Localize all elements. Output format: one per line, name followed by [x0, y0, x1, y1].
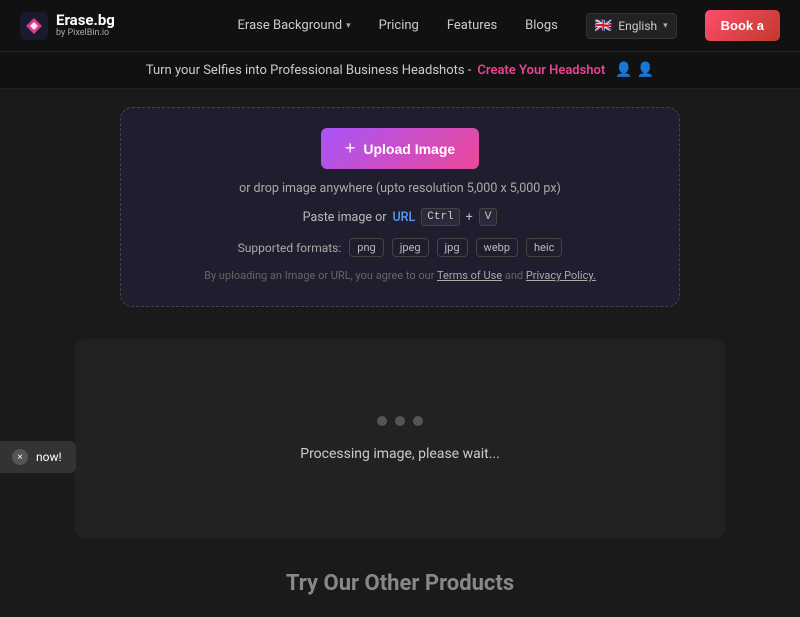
paste-row: Paste image or URL Ctrl + V [303, 208, 498, 226]
person-icon-1: 👤 [615, 62, 632, 78]
logo[interactable]: Erase.bg by PixelBin.io [20, 12, 115, 40]
upload-box: + Upload Image or drop image anywhere (u… [120, 107, 680, 307]
kbd-ctrl: Ctrl [421, 208, 459, 226]
kbd-v: V [479, 208, 498, 226]
promo-icons: 👤 👤 [615, 62, 654, 78]
logo-icon [20, 12, 48, 40]
flag-icon: 🇬🇧 [595, 18, 612, 34]
format-jpg: jpg [437, 238, 468, 257]
promo-text: Turn your Selfies into Professional Busi… [146, 63, 472, 78]
paste-prefix: Paste image or [303, 210, 387, 225]
privacy-link[interactable]: Privacy Policy. [526, 269, 596, 282]
format-heic: heic [526, 238, 562, 257]
upload-section: + Upload Image or drop image anywhere (u… [0, 89, 800, 327]
formats-label: Supported formats: [238, 241, 342, 255]
upload-btn-label: Upload Image [363, 141, 455, 157]
drop-text: or drop image anywhere (upto resolution … [239, 181, 561, 196]
nav-pricing-label: Pricing [379, 18, 419, 33]
toast: × now! [0, 441, 76, 473]
language-selector[interactable]: 🇬🇧 English ▾ [586, 13, 677, 39]
terms-prefix: By uploading an Image or URL, you agree … [204, 269, 434, 282]
url-label: URL [392, 210, 415, 225]
lang-chevron-icon: ▾ [663, 21, 668, 31]
navbar: Erase.bg by PixelBin.io Erase Background… [0, 0, 800, 52]
dot-1 [377, 416, 387, 426]
nav-links: Erase Background ▾ Pricing Features Blog… [238, 10, 780, 41]
dot-3 [413, 416, 423, 426]
logo-text: Erase.bg by PixelBin.io [56, 12, 115, 38]
promo-banner: Turn your Selfies into Professional Busi… [0, 52, 800, 89]
plus-icon: + [345, 138, 356, 159]
bottom-heading: Try Our Other Products [286, 571, 514, 596]
terms-and: and [505, 269, 523, 282]
toast-close-button[interactable]: × [12, 449, 28, 465]
chevron-down-icon: ▾ [346, 21, 351, 31]
nav-features[interactable]: Features [447, 18, 497, 33]
lang-label: English [618, 19, 657, 33]
logo-subtext: by PixelBin.io [56, 29, 115, 39]
format-jpeg: jpeg [392, 238, 429, 257]
nav-blogs-label: Blogs [525, 18, 558, 33]
nav-erase-background[interactable]: Erase Background ▾ [238, 18, 351, 33]
person-icon-2: 👤 [637, 62, 654, 78]
dot-2 [395, 416, 405, 426]
promo-link[interactable]: Create Your Headshot [477, 63, 605, 78]
logo-name: Erase.bg [56, 12, 115, 29]
terms-text: By uploading an Image or URL, you agree … [204, 269, 596, 282]
format-webp: webp [476, 238, 518, 257]
nav-erase-label: Erase Background [238, 18, 343, 33]
format-png: png [349, 238, 383, 257]
nav-features-label: Features [447, 18, 497, 33]
nav-pricing[interactable]: Pricing [379, 18, 419, 33]
nav-blogs[interactable]: Blogs [525, 18, 558, 33]
kbd-plus-label: + [466, 210, 473, 225]
processing-section: Processing image, please wait... [75, 339, 725, 539]
bottom-section: Try Our Other Products [0, 551, 800, 616]
toast-text: now! [36, 450, 62, 464]
upload-button[interactable]: + Upload Image [321, 128, 479, 169]
processing-text: Processing image, please wait... [300, 446, 500, 462]
loading-dots [377, 416, 423, 426]
book-button[interactable]: Book a [705, 10, 780, 41]
terms-link[interactable]: Terms of Use [437, 269, 502, 282]
formats-row: Supported formats: png jpeg jpg webp hei… [238, 238, 563, 257]
